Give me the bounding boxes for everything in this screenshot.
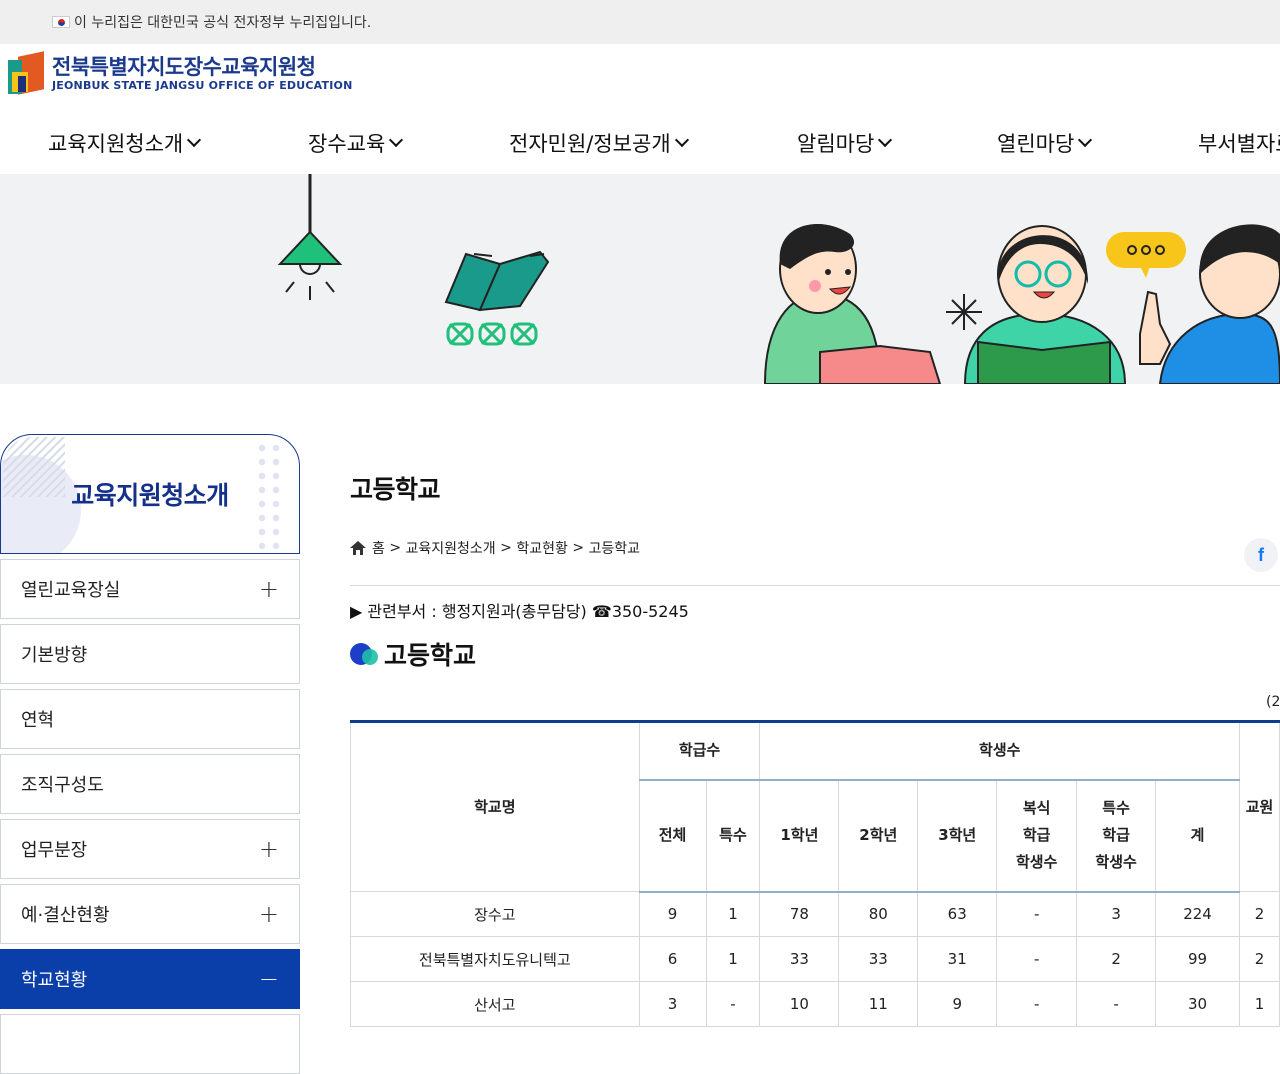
side-nav-item-next[interactable] <box>0 1014 300 1074</box>
breadcrumb-level1[interactable]: 교육지원청소개 <box>406 538 496 558</box>
table-row: 전북특별자치도유니텍고 6 1 33 33 31-2 99 2 <box>350 936 1280 982</box>
th-grade3: 3학년 <box>917 778 998 893</box>
chevron-down-icon <box>1078 132 1093 148</box>
banner-illustration <box>277 174 1280 384</box>
page-title: 고등학교 <box>350 475 441 504</box>
th-sum: 계 <box>1155 778 1240 893</box>
section-title: 고등학교 <box>350 636 476 672</box>
table-row: 산서고 3-10 11 9- -30 1 <box>350 981 1280 1027</box>
breadcrumb-home[interactable]: 홈 <box>372 538 385 558</box>
main-content: 고등학교 홈 > 교육지원청소개 > 학교현황 > 고등학교 f ▶ 관련부서 … <box>350 470 1280 1027</box>
facebook-share-icon[interactable]: f <box>1244 538 1278 572</box>
nav-item-open[interactable]: 열린마당 <box>997 128 1093 158</box>
nav-item-civil[interactable]: 전자민원/정보공개 <box>509 128 689 158</box>
chevron-down-icon <box>878 132 893 148</box>
home-icon <box>350 541 366 555</box>
nav-item-about[interactable]: 교육지원청소개 <box>48 128 202 158</box>
logo-mark-icon <box>8 51 46 96</box>
side-nav-item-budget[interactable]: 예·결산현황 + <box>0 884 300 944</box>
minus-icon: − <box>258 965 279 993</box>
site-logo[interactable]: 전북특별자치도장수교육지원청 JEONBUK STATE JANGSU OFFI… <box>8 51 353 96</box>
side-nav-item-direction[interactable]: 기본방향 <box>0 624 300 684</box>
chevron-down-icon <box>674 132 689 148</box>
logo-name-en: JEONBUK STATE JANGSU OFFICE OF EDUCATION <box>52 79 353 92</box>
th-grade1: 1학년 <box>759 778 840 893</box>
th-teachers: 교원 <box>1238 721 1280 892</box>
main-nav: 교육지원청소개 장수교육 전자민원/정보공개 알림마당 열린마당 부서별자료 <box>0 128 1280 164</box>
gov-banner: 이 누리집은 대한민국 공식 전자정부 누리집입니다. <box>0 0 1280 44</box>
th-multi: 복식 학급 학생수 <box>996 778 1078 893</box>
side-nav-item-duties[interactable]: 업무분장 + <box>0 819 300 879</box>
side-nav-item-schools[interactable]: 학교현황 − <box>0 949 300 1009</box>
chevron-down-icon <box>187 132 202 148</box>
side-nav-item-open-office[interactable]: 열린교육장실 + <box>0 559 300 619</box>
th-grade2: 2학년 <box>838 778 919 893</box>
th-special-students: 특수 학급 학생수 <box>1076 778 1157 893</box>
breadcrumb-level2[interactable]: 학교현황 <box>516 538 568 558</box>
breadcrumb-current: 고등학교 <box>588 541 641 557</box>
side-nav-title: 교육지원청소개 <box>71 481 229 510</box>
related-department: ▶ 관련부서 : 행정지원과(총무담당) ☎350-5245 <box>350 602 689 621</box>
th-total: 전체 <box>638 778 707 893</box>
table-row: 장수고 9 1 78 80 63-3 224 2 <box>350 891 1280 937</box>
unit-label: (2 <box>1266 694 1280 710</box>
nav-item-notice[interactable]: 알림마당 <box>797 128 893 158</box>
side-nav-item-history[interactable]: 연혁 <box>0 689 300 749</box>
th-classes: 학급수 <box>638 721 761 780</box>
bullet-icon <box>350 641 380 667</box>
korea-flag-icon <box>52 16 70 28</box>
th-students: 학생수 <box>759 721 1240 780</box>
side-nav: 교육지원청소개 열린교육장실 + 기본방향 연혁 조직구성도 업무분장 + 예·결산… <box>0 434 300 1074</box>
nav-item-dept[interactable]: 부서별자료 <box>1198 128 1280 158</box>
school-status-table: 학교명 학급수 학생수 교원 전체 특수 1학년 2학년 3학년 복식 학급 학… <box>350 720 1280 1027</box>
plus-icon: + <box>258 835 279 863</box>
side-nav-header: 교육지원청소개 <box>0 434 300 554</box>
plus-icon: + <box>258 900 279 928</box>
gov-banner-text: 이 누리집은 대한민국 공식 전자정부 누리집입니다. <box>74 15 372 31</box>
breadcrumb: 홈 > 교육지원청소개 > 학교현황 > 고등학교 <box>350 538 640 558</box>
logo-name-ko: 전북특별자치도장수교육지원청 <box>52 55 316 79</box>
visual-banner <box>0 174 1280 384</box>
side-nav-item-organization[interactable]: 조직구성도 <box>0 754 300 814</box>
nav-item-education[interactable]: 장수교육 <box>308 128 404 158</box>
th-school: 학교명 <box>350 721 640 892</box>
chevron-down-icon <box>389 132 404 148</box>
divider <box>350 585 1280 586</box>
th-special: 특수 <box>705 778 761 893</box>
plus-icon: + <box>258 575 279 603</box>
